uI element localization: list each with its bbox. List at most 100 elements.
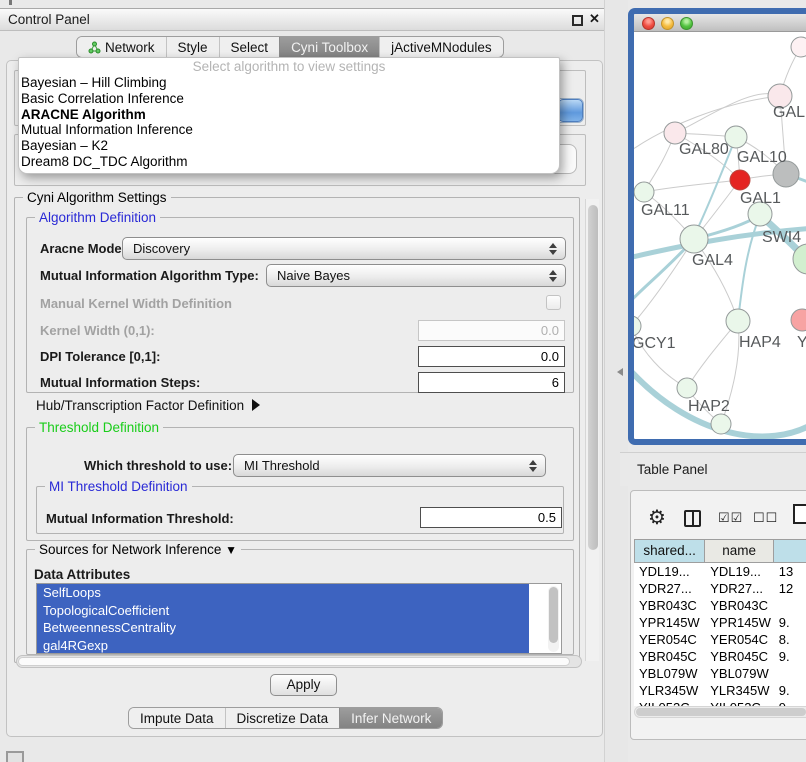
network-node-y[interactable]	[791, 309, 806, 331]
which-threshold-combo[interactable]: MI Threshold	[233, 454, 546, 477]
table-cell: YLR345W	[634, 682, 705, 699]
zoom-traffic-light[interactable]	[680, 17, 693, 30]
spinner-arrows-icon	[529, 459, 537, 473]
collapse-right-icon	[252, 399, 260, 411]
algorithm-option-aracne-algorithm[interactable]: ARACNE Algorithm	[19, 107, 559, 123]
table-row[interactable]: YDL19...YDL19...13	[634, 563, 806, 580]
list-vertical-scrollbar[interactable]	[548, 586, 559, 652]
dpi-tolerance-field[interactable]: 0.0	[418, 346, 565, 367]
settings-horizontal-scrollbar[interactable]	[16, 655, 582, 668]
network-node[interactable]	[791, 37, 806, 57]
gear-icon[interactable]: ⚙	[648, 505, 666, 530]
network-node-gcy1[interactable]	[634, 316, 641, 336]
hub-definition-toggle[interactable]: Hub/Transcription Factor Definition	[36, 398, 260, 413]
threshold-definition-title: Threshold Definition	[35, 420, 163, 435]
network-window-titlebar[interactable]	[634, 14, 806, 32]
table-row[interactable]: YLR345WYLR345W9.	[634, 682, 806, 699]
scrollbar-thumb[interactable]	[588, 205, 598, 550]
algorithm-option-bayesian-k2[interactable]: Bayesian – K2	[19, 138, 559, 154]
table-row[interactable]: YIL052CYIL052C9	[634, 699, 806, 706]
table-row[interactable]: YER054CYER054C8.	[634, 631, 806, 648]
table-cell: 8.	[774, 631, 806, 648]
scrollbar-thumb[interactable]	[549, 587, 558, 643]
mi-steps-field[interactable]: 6	[418, 372, 565, 393]
scrollbar-thumb[interactable]	[636, 708, 806, 716]
network-canvas[interactable]: GALGAL80GAL10GAL1GAL11SWI4GAL4GCY1HAP4YH…	[634, 32, 806, 439]
attribute-betweennesscentrality[interactable]: BetweennessCentrality	[37, 619, 529, 637]
mi-type-combo[interactable]: Naive Bayes	[266, 264, 566, 287]
algorithm-option-dream8-dc-tdc-algorithm[interactable]: Dream8 DC_TDC Algorithm	[19, 154, 559, 170]
network-node-gal4[interactable]	[680, 225, 708, 253]
table-body: YDL19...YDL19...13YDR27...YDR27...12YBR0…	[634, 563, 806, 706]
algorithm-option-bayesian-hill-climbing[interactable]: Bayesian – Hill Climbing	[19, 75, 559, 91]
table-cell: YDL19...	[705, 563, 774, 580]
manual-kernel-label: Manual Kernel Width Definition	[40, 296, 232, 311]
aracne-mode-combo[interactable]: Discovery	[122, 237, 566, 260]
attribute-selfloops[interactable]: SelfLoops	[37, 584, 529, 602]
tab-network[interactable]: Network	[77, 37, 166, 57]
close-icon[interactable]: ✕	[589, 11, 600, 27]
network-node-hap2[interactable]	[677, 378, 697, 398]
table-cell: 13	[774, 563, 806, 580]
tab-select[interactable]: Select	[219, 37, 280, 57]
table-row[interactable]: YPR145WYPR145W9.	[634, 614, 806, 631]
tab-discretize-data[interactable]: Discretize Data	[225, 708, 340, 728]
network-node-gal1[interactable]	[730, 170, 750, 190]
sources-group-title[interactable]: Sources for Network Inference ▼	[35, 542, 241, 557]
column-header-extra[interactable]	[774, 539, 806, 563]
scrollbar-thumb[interactable]	[18, 657, 570, 666]
table-horizontal-scrollbar[interactable]	[634, 706, 806, 718]
tab-cyni-toolbox[interactable]: Cyni Toolbox	[279, 37, 379, 57]
mi-threshold-field[interactable]: 0.5	[420, 507, 562, 528]
node-table: shared...name YDL19...YDL19...13YDR27...…	[634, 539, 806, 706]
table-row[interactable]: YBR045CYBR045C9.	[634, 648, 806, 665]
network-node-gal11[interactable]	[634, 182, 654, 202]
panel-divider[interactable]	[604, 0, 628, 762]
network-edge[interactable]	[687, 321, 738, 388]
manual-kernel-checkbox[interactable]	[546, 295, 561, 310]
table-row[interactable]: YBL079WYBL079W	[634, 665, 806, 682]
network-edge[interactable]	[675, 94, 780, 133]
attribute-topologicalcoefficient[interactable]: TopologicalCoefficient	[37, 602, 529, 620]
attribute-gal4rgexp[interactable]: gal4RGexp	[37, 637, 529, 655]
attribute-items: SelfLoopsTopologicalCoefficientBetweenne…	[37, 584, 561, 654]
minimize-traffic-light[interactable]	[661, 17, 674, 30]
data-attributes-label: Data Attributes	[34, 567, 130, 582]
table-cell: YDL19...	[634, 563, 705, 580]
collapse-left-icon[interactable]	[617, 368, 623, 376]
table-cell: YIL052C	[634, 699, 705, 706]
float-window-icon[interactable]	[572, 15, 583, 26]
close-traffic-light[interactable]	[642, 17, 655, 30]
column-header-shared[interactable]: shared...	[634, 539, 705, 563]
aracne-mode-label: Aracne Mode:	[40, 241, 126, 256]
combo-arrow-button[interactable]	[558, 99, 583, 122]
mi-type-value: Naive Bayes	[277, 268, 350, 283]
network-view-window[interactable]: GALGAL80GAL10GAL1GAL11SWI4GAL4GCY1HAP4YH…	[628, 8, 806, 445]
tab-infer-network[interactable]: Infer Network	[339, 708, 442, 728]
tab-jactivemnodules[interactable]: jActiveMNodules	[379, 37, 503, 57]
kernel-width-field[interactable]: 0.0	[418, 320, 565, 341]
tab-impute-data[interactable]: Impute Data	[129, 708, 225, 728]
control-panel-tabs: NetworkStyleSelectCyni ToolboxjActiveMNo…	[76, 36, 504, 58]
network-icon	[88, 41, 101, 54]
algorithm-option-mutual-information-inference[interactable]: Mutual Information Inference	[19, 122, 559, 138]
network-node-hap4[interactable]	[726, 309, 750, 333]
table-row[interactable]: YDR27...YDR27...12	[634, 580, 806, 597]
table-cell	[774, 597, 806, 614]
new-table-icon[interactable]	[793, 504, 806, 524]
select-all-icon[interactable]: ☑☑	[718, 510, 743, 526]
tab-style[interactable]: Style	[166, 37, 219, 57]
hub-definition-label: Hub/Transcription Factor Definition	[36, 398, 244, 413]
algorithm-option-basic-correlation-inference[interactable]: Basic Correlation Inference	[19, 91, 559, 107]
apply-button[interactable]: Apply	[270, 674, 337, 696]
network-edge[interactable]	[738, 215, 760, 321]
show-columns-icon[interactable]	[684, 510, 701, 527]
table-cell: YER054C	[705, 631, 774, 648]
minimized-panel-icon[interactable]	[6, 751, 24, 762]
deselect-all-icon[interactable]: ☐☐	[753, 510, 778, 526]
table-row[interactable]: YBR043CYBR043C	[634, 597, 806, 614]
column-header-name[interactable]: name	[705, 539, 774, 563]
network-node[interactable]	[711, 414, 731, 434]
network-edge[interactable]	[644, 180, 740, 192]
settings-vertical-scrollbar[interactable]	[585, 199, 599, 661]
